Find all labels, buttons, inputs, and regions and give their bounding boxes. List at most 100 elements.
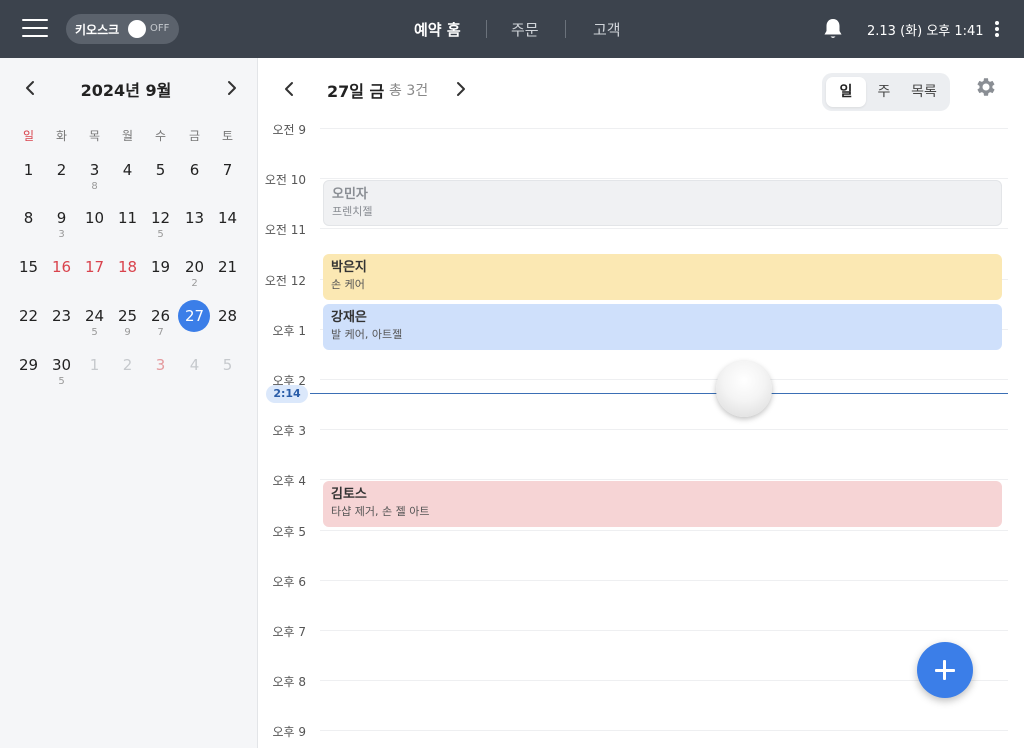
hour-gridline: [320, 630, 1008, 631]
hour-gridline: [320, 680, 1008, 682]
view-mode-segmented-control: 일 주 목록: [822, 73, 950, 111]
calendar-day[interactable]: 24 5: [78, 304, 111, 348]
weekday-label: 월: [121, 129, 134, 143]
nav-tab-customers[interactable]: 고객: [593, 0, 621, 58]
reservation-event[interactable]: 오민자프렌치젤: [323, 180, 1002, 226]
calendar-day[interactable]: 7: [211, 158, 244, 202]
day-number: 28: [217, 307, 238, 325]
calendar-day[interactable]: 5: [211, 353, 244, 397]
bell-icon[interactable]: [820, 16, 846, 42]
calendar-day[interactable]: 2: [45, 158, 78, 202]
day-number: 4: [122, 161, 133, 179]
calendar-day[interactable]: 13: [178, 206, 211, 250]
add-reservation-button[interactable]: [917, 642, 973, 698]
calendar-day[interactable]: 30 5: [45, 353, 78, 397]
calendar-day[interactable]: 4: [111, 158, 144, 202]
customer-name: 강재은: [331, 310, 367, 325]
day-number: 1: [23, 161, 34, 179]
calendar-day[interactable]: 10: [78, 206, 111, 250]
hour-label: 오전 9: [272, 123, 306, 137]
reservation-count: 총 3건: [389, 83, 429, 99]
calendar-day[interactable]: 3: [144, 353, 177, 397]
hour-gridline: [320, 730, 1008, 732]
calendar-day[interactable]: 21: [211, 255, 244, 299]
hour-label: 오후 8: [272, 675, 306, 690]
calendar-day[interactable]: 27: [178, 300, 211, 348]
next-month-icon[interactable]: [222, 78, 242, 98]
calendar-day[interactable]: 16: [45, 255, 78, 299]
reservation-event[interactable]: 김토스 타샵 제거, 손 젤 아트: [323, 481, 1002, 527]
next-day-icon[interactable]: [452, 80, 470, 98]
kiosk-toggle[interactable]: 키오스크 OFF: [66, 14, 179, 44]
prev-day-icon[interactable]: [280, 80, 298, 98]
calendar-day[interactable]: 29: [12, 353, 45, 397]
drag-handle[interactable]: [716, 361, 772, 417]
day-number: 29: [18, 356, 39, 374]
calendar-day[interactable]: 18: [111, 255, 144, 299]
current-time-badge: 2:14: [266, 385, 308, 403]
calendar-day[interactable]: 15: [12, 255, 45, 299]
view-tab-day[interactable]: 일: [826, 77, 866, 107]
hamburger-menu-icon[interactable]: [22, 18, 48, 38]
kiosk-state: OFF: [150, 23, 170, 34]
gear-icon[interactable]: [974, 75, 998, 99]
nav-divider: [565, 20, 566, 38]
day-number: 26: [150, 307, 171, 325]
day-number: 15: [18, 258, 39, 276]
day-number: 2: [122, 356, 133, 374]
calendar-day[interactable]: 4: [178, 353, 211, 397]
service-list: 타샵 제거, 손 젤 아트: [331, 505, 430, 518]
selected-day-title: 27일 금: [327, 82, 385, 101]
day-number: 10: [84, 209, 105, 227]
nav-tab-orders[interactable]: 주문: [511, 0, 539, 58]
day-number: 12: [150, 209, 171, 227]
service-list: 손 케어: [331, 278, 365, 291]
customer-name: 오민자: [332, 187, 368, 202]
calendar-day[interactable]: 14: [211, 206, 244, 250]
calendar-day[interactable]: 6: [178, 158, 211, 202]
day-number: 22: [18, 307, 39, 325]
calendar-day[interactable]: 38: [78, 158, 111, 202]
calendar-day[interactable]: 17: [78, 255, 111, 299]
hour-label: 오전 11: [264, 223, 306, 238]
view-tab-week[interactable]: 주: [868, 77, 900, 107]
calendar-day[interactable]: 8: [12, 206, 45, 250]
hour-label: 오후 4: [272, 474, 306, 489]
weekday-label: 토: [221, 129, 234, 143]
mini-calendar: 2024년 9월 일화목월수금토 1 2 3 8 4 5 6 7 8 9 3 10 11 12 5 13 14 1…: [0, 58, 258, 748]
calendar-day[interactable]: 26 7: [144, 304, 177, 348]
calendar-day[interactable]: 22: [12, 304, 45, 348]
hour-label: 오전 12: [264, 273, 306, 288]
nav-tab-label: 예약 홈: [414, 20, 461, 39]
day-view: 27일 금 총 3건 일 주 목록 오전 9 오전 10 오전 11 오전 12 오후 …: [258, 58, 1024, 748]
nav-tab-reservation-home[interactable]: 예약 홈: [414, 0, 461, 58]
weekday-label: 목: [88, 129, 101, 143]
weekday-label: 화: [55, 129, 68, 143]
calendar-day[interactable]: 20 2: [178, 255, 211, 299]
calendar-day[interactable]: 2: [111, 353, 144, 397]
reservation-count-badge: 3: [58, 229, 65, 240]
reservation-event[interactable]: 강재은 발 케어, 아트젤: [323, 304, 1002, 350]
calendar-day[interactable]: 1: [78, 353, 111, 397]
calendar-day[interactable]: 93: [45, 206, 78, 250]
reservation-count-badge: 5: [157, 229, 164, 240]
hour-gridline: [320, 128, 1008, 129]
reservation-event[interactable]: 박은지 손 케어: [323, 254, 1002, 300]
calendar-day[interactable]: 5: [144, 158, 177, 202]
calendar-day[interactable]: 28: [211, 304, 244, 348]
reservation-count-badge: 2: [191, 278, 198, 289]
service-list: 프렌치젤: [332, 205, 373, 218]
more-options-icon[interactable]: [990, 19, 1004, 39]
calendar-day[interactable]: 19: [144, 255, 177, 299]
day-number: 11: [117, 209, 138, 227]
calendar-day[interactable]: 11: [111, 206, 144, 250]
hour-gridline: [320, 529, 1008, 531]
day-number: 9: [56, 209, 67, 227]
hour-label: 오후 7: [272, 625, 306, 639]
calendar-day[interactable]: 23: [45, 304, 78, 348]
calendar-day[interactable]: 1: [12, 158, 45, 202]
view-tab-list[interactable]: 목록: [902, 77, 946, 107]
calendar-day[interactable]: 12 5: [144, 206, 177, 250]
day-number: 19: [150, 258, 171, 276]
calendar-day[interactable]: 25 9: [111, 304, 144, 348]
